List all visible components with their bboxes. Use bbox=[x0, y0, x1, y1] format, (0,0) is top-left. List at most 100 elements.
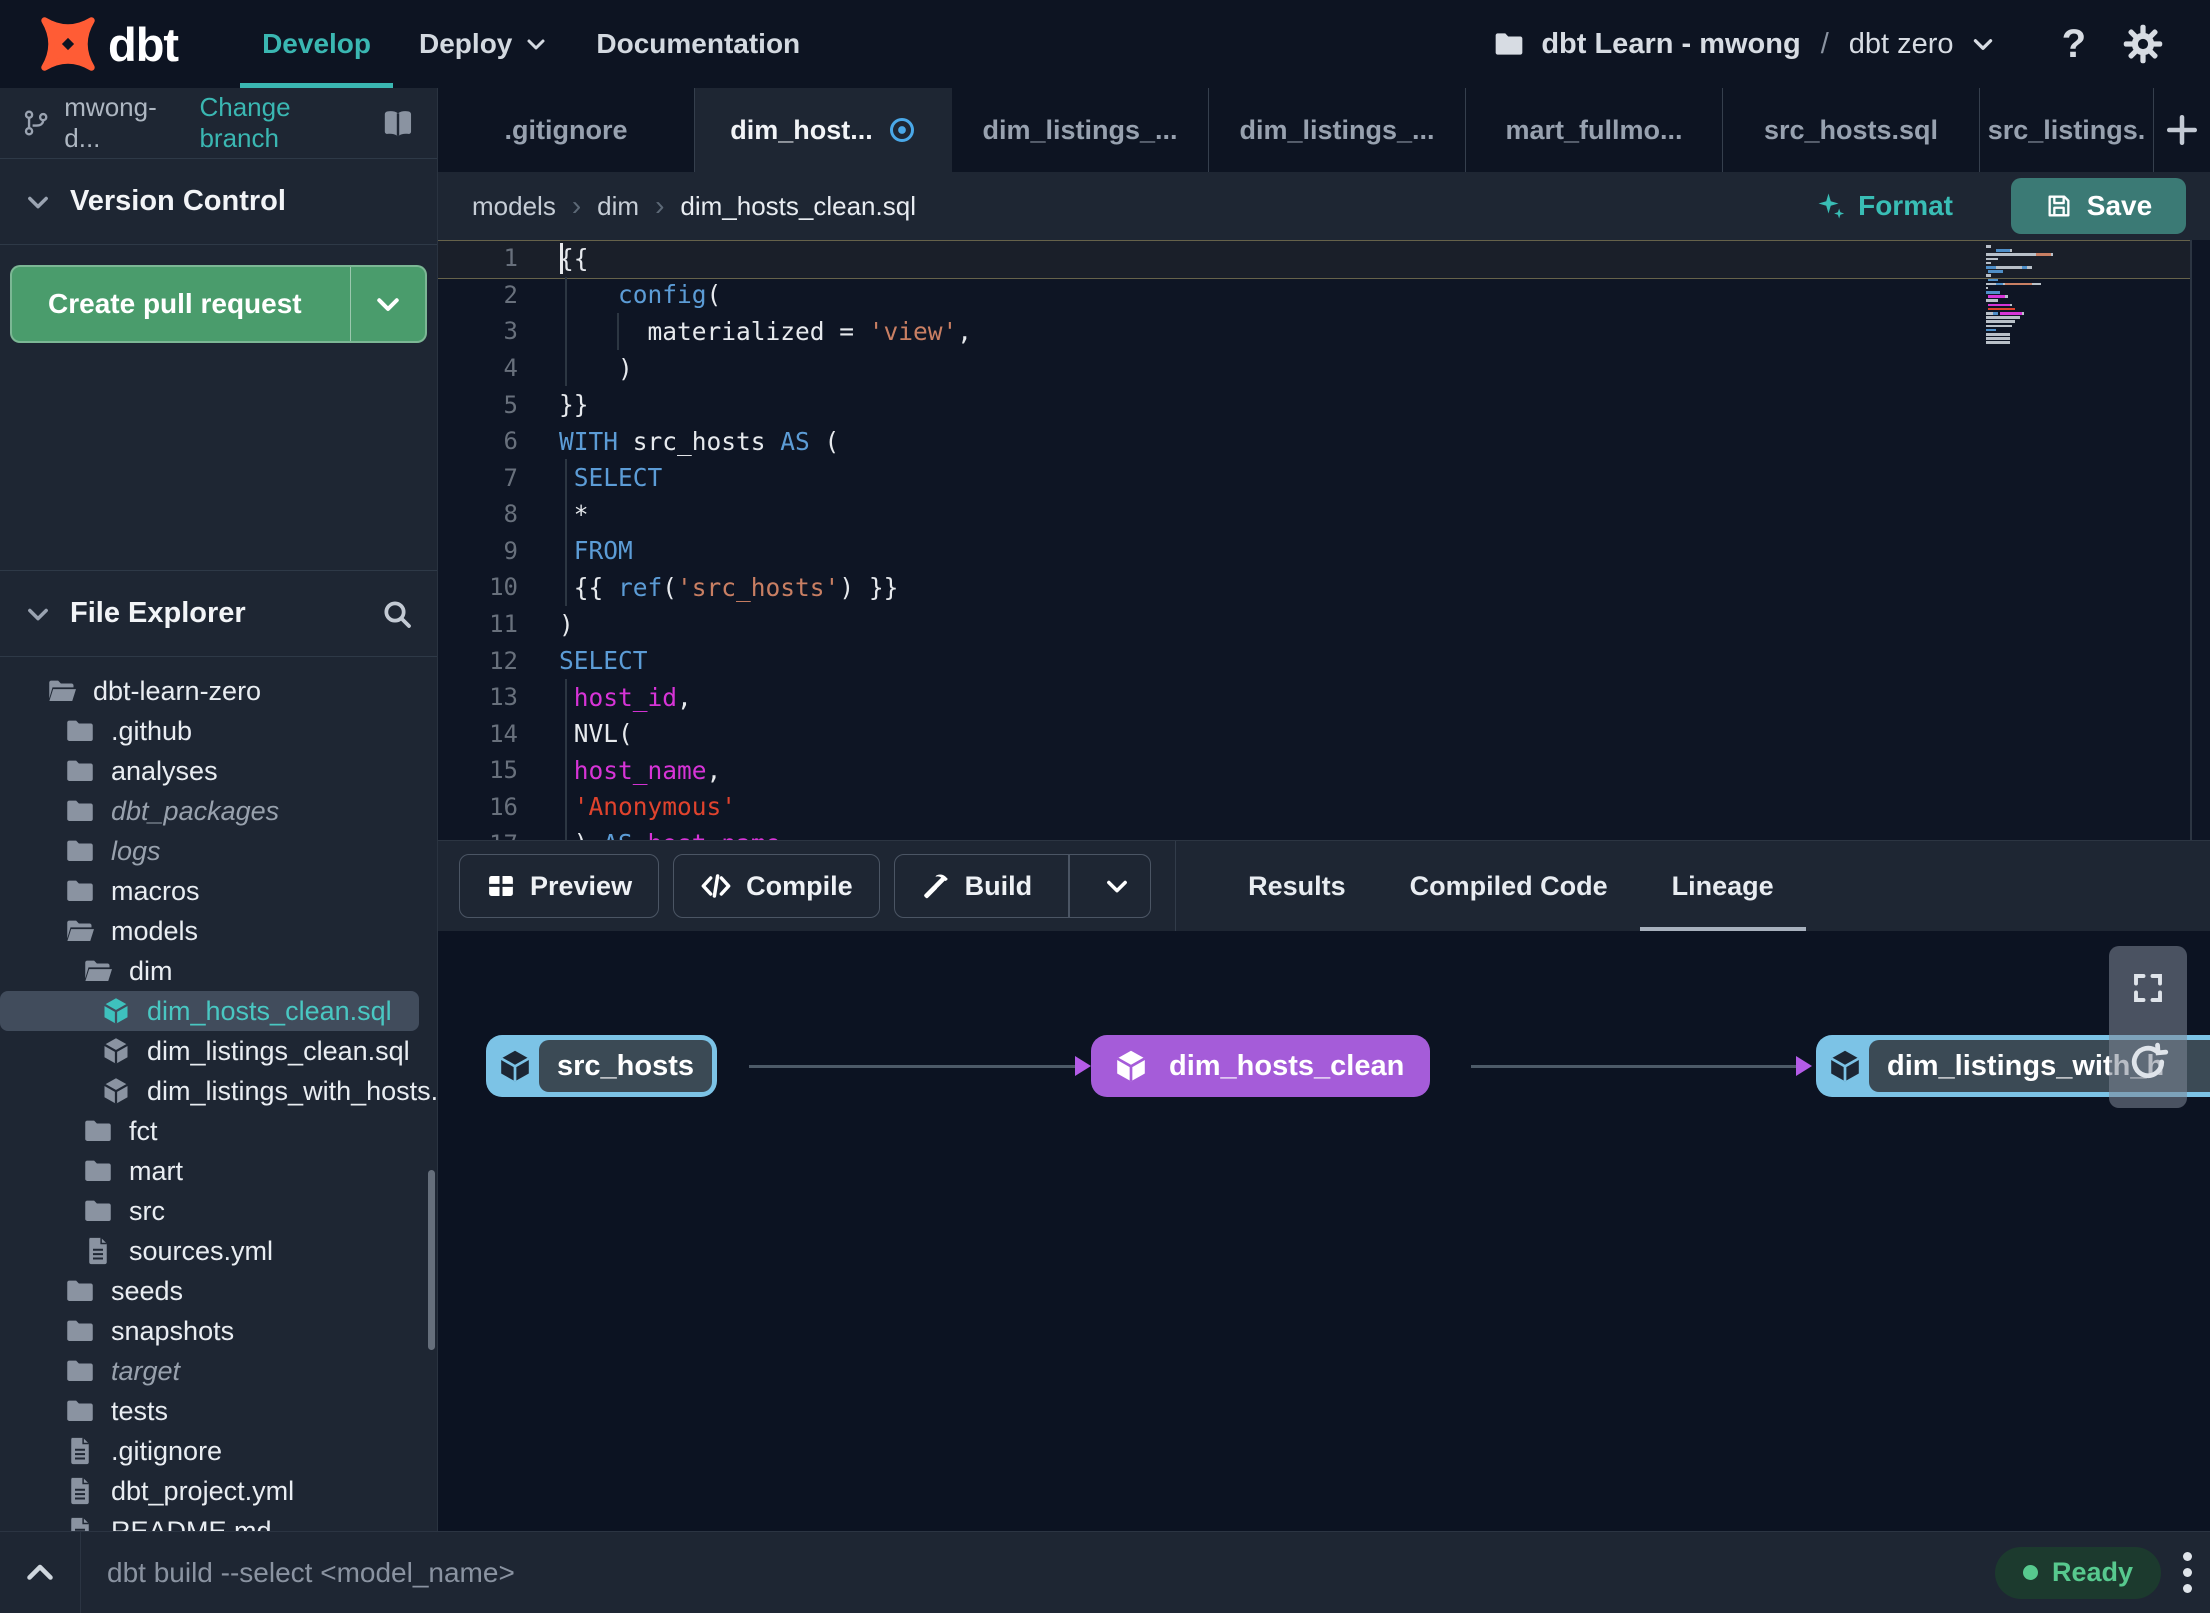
tree-item[interactable]: dim_listings_with_hosts... bbox=[0, 1071, 437, 1111]
pr-dropdown-chevron[interactable] bbox=[351, 267, 425, 341]
tree-item[interactable]: sources.yml bbox=[0, 1231, 437, 1271]
command-input-hint[interactable]: dbt build --select <model_name> bbox=[107, 1557, 515, 1589]
code-line[interactable]: SELECT bbox=[559, 459, 1980, 496]
build-button[interactable]: Build bbox=[893, 854, 1151, 918]
tree-item-label: mart bbox=[129, 1155, 183, 1186]
lineage-node-dim-hosts-clean[interactable]: dim_hosts_clean bbox=[1091, 1035, 1431, 1097]
tree-item[interactable]: dbt-learn-zero bbox=[0, 671, 437, 711]
dbt-logo[interactable]: dbt bbox=[38, 14, 179, 74]
code-line[interactable]: materialized = 'view', bbox=[559, 313, 1980, 350]
breadcrumb-models[interactable]: models bbox=[472, 191, 556, 222]
code-line[interactable]: {{ bbox=[559, 240, 1980, 277]
tab-lineage[interactable]: Lineage bbox=[1639, 841, 1806, 931]
editor-tab[interactable]: .gitignore bbox=[438, 88, 695, 172]
kebab-menu-icon[interactable] bbox=[2183, 1552, 2192, 1593]
code-line[interactable]: * bbox=[559, 496, 1980, 533]
folder-icon bbox=[64, 838, 96, 864]
code-line[interactable]: ) bbox=[559, 606, 1980, 643]
code-line[interactable]: WITH src_hosts AS ( bbox=[559, 423, 1980, 460]
code-line[interactable]: NVL( bbox=[559, 716, 1980, 753]
tree-item-label: README.md bbox=[111, 1515, 272, 1532]
minimap[interactable] bbox=[1986, 245, 2176, 346]
folder-icon bbox=[64, 798, 96, 824]
tree-item[interactable]: models bbox=[0, 911, 437, 951]
file-explorer-header[interactable]: File Explorer bbox=[0, 570, 437, 657]
compile-button[interactable]: Compile bbox=[673, 854, 880, 918]
project-switcher[interactable]: dbt Learn - mwong / dbt zero bbox=[1493, 28, 1995, 61]
tree-item[interactable]: seeds bbox=[0, 1271, 437, 1311]
folder-open-icon bbox=[46, 678, 78, 704]
code-line[interactable]: SELECT bbox=[559, 642, 1980, 679]
tree-item[interactable]: .github bbox=[0, 711, 437, 751]
model-cube-icon bbox=[1107, 1048, 1155, 1084]
tab-compiled-code[interactable]: Compiled Code bbox=[1378, 841, 1640, 931]
editor-tab[interactable]: mart_fullmo... bbox=[1466, 88, 1723, 172]
tree-item[interactable]: dbt_packages bbox=[0, 791, 437, 831]
code-pane[interactable]: {{ config( materialized = 'view', )}} WIT… bbox=[559, 240, 1980, 840]
tree-item[interactable]: target bbox=[0, 1351, 437, 1391]
tree-item[interactable]: dbt_project.yml bbox=[0, 1471, 437, 1511]
editor-tab[interactable]: src_hosts.sql bbox=[1723, 88, 1980, 172]
sidebar-scrollbar[interactable] bbox=[428, 1170, 435, 1350]
create-pull-request-button[interactable]: Create pull request bbox=[10, 265, 427, 343]
docs-book-icon[interactable] bbox=[381, 106, 415, 140]
tree-item[interactable]: .gitignore bbox=[0, 1431, 437, 1471]
tree-item[interactable]: logs bbox=[0, 831, 437, 871]
panel-toolbar: Preview Compile Build Results Compiled C… bbox=[438, 840, 2210, 931]
toolbar-divider bbox=[1174, 841, 1177, 931]
code-line[interactable]: {{ ref('src_hosts') }} bbox=[559, 569, 1980, 606]
dbt-ide-app: dbt Develop Deploy Documentation dbt Lea… bbox=[0, 0, 2210, 1613]
line-number-gutter: 123456789101112131415161718192021222324 bbox=[438, 240, 518, 840]
tree-item[interactable]: mart bbox=[0, 1151, 437, 1191]
lineage-node-src-hosts[interactable]: src_hosts bbox=[486, 1035, 718, 1097]
editor-tab[interactable]: dim_listings_... bbox=[952, 88, 1209, 172]
tree-item[interactable]: analyses bbox=[0, 751, 437, 791]
nav-deploy[interactable]: Deploy bbox=[395, 0, 572, 88]
content-column: .gitignore dim_host... dim_listings_... dim… bbox=[438, 88, 2210, 1531]
code-line[interactable]: ) bbox=[559, 350, 1980, 387]
tree-item[interactable]: snapshots bbox=[0, 1311, 437, 1351]
tree-item[interactable]: tests bbox=[0, 1391, 437, 1431]
tree-item-label: dbt-learn-zero bbox=[93, 675, 262, 706]
breadcrumb-dim[interactable]: dim bbox=[597, 191, 639, 222]
tab-label: dim_listings_... bbox=[982, 114, 1178, 145]
code-editor[interactable]: 123456789101112131415161718192021222324 … bbox=[438, 240, 2210, 840]
nav-documentation[interactable]: Documentation bbox=[572, 0, 824, 88]
lineage-graph[interactable]: src_hosts dim_hosts_clean dim_listings_w… bbox=[438, 931, 2210, 1531]
format-button[interactable]: Format bbox=[1816, 190, 1953, 222]
tree-item-label: dim_listings_with_hosts... bbox=[147, 1075, 437, 1106]
tree-item-label: dim_listings_clean.sql bbox=[147, 1035, 410, 1066]
nav-develop[interactable]: Develop bbox=[238, 0, 395, 88]
tree-item[interactable]: macros bbox=[0, 871, 437, 911]
refresh-icon[interactable] bbox=[2126, 1040, 2170, 1084]
code-line[interactable]: host_name, bbox=[559, 752, 1980, 789]
code-line[interactable]: 'Anonymous' bbox=[559, 789, 1980, 826]
tree-item[interactable]: README.md bbox=[0, 1511, 437, 1531]
editor-tab[interactable]: src_listings. bbox=[1980, 88, 2154, 172]
table-icon bbox=[489, 876, 513, 896]
editor-tab[interactable]: dim_listings_... bbox=[1209, 88, 1466, 172]
code-line[interactable]: FROM bbox=[559, 533, 1980, 570]
tree-item[interactable]: dim bbox=[0, 951, 437, 991]
code-line[interactable]: ) AS host_name, bbox=[559, 825, 1980, 840]
code-line[interactable]: host_id, bbox=[559, 679, 1980, 716]
preview-button[interactable]: Preview bbox=[459, 854, 660, 918]
tree-item[interactable]: dim_listings_clean.sql bbox=[0, 1031, 437, 1071]
search-icon[interactable] bbox=[381, 598, 413, 630]
tree-item[interactable]: fct bbox=[0, 1111, 437, 1151]
build-dropdown-chevron[interactable] bbox=[1084, 855, 1150, 917]
tab-results[interactable]: Results bbox=[1216, 841, 1378, 931]
change-branch-link[interactable]: Change branch bbox=[199, 92, 367, 154]
help-icon[interactable]: ? bbox=[2062, 22, 2086, 67]
settings-gear-icon[interactable] bbox=[2122, 23, 2164, 65]
code-line[interactable]: config( bbox=[559, 277, 1980, 314]
new-tab-button[interactable] bbox=[2154, 88, 2210, 172]
expand-console-chevron[interactable] bbox=[0, 1555, 80, 1591]
save-button[interactable]: Save bbox=[2011, 178, 2186, 234]
code-line[interactable]: }} bbox=[559, 386, 1980, 423]
fullscreen-icon[interactable] bbox=[2130, 970, 2166, 1006]
tree-item[interactable]: src bbox=[0, 1191, 437, 1231]
tree-item[interactable]: dim_hosts_clean.sql bbox=[0, 991, 419, 1031]
editor-tab[interactable]: dim_host... bbox=[695, 88, 952, 172]
version-control-header[interactable]: Version Control bbox=[0, 159, 437, 245]
